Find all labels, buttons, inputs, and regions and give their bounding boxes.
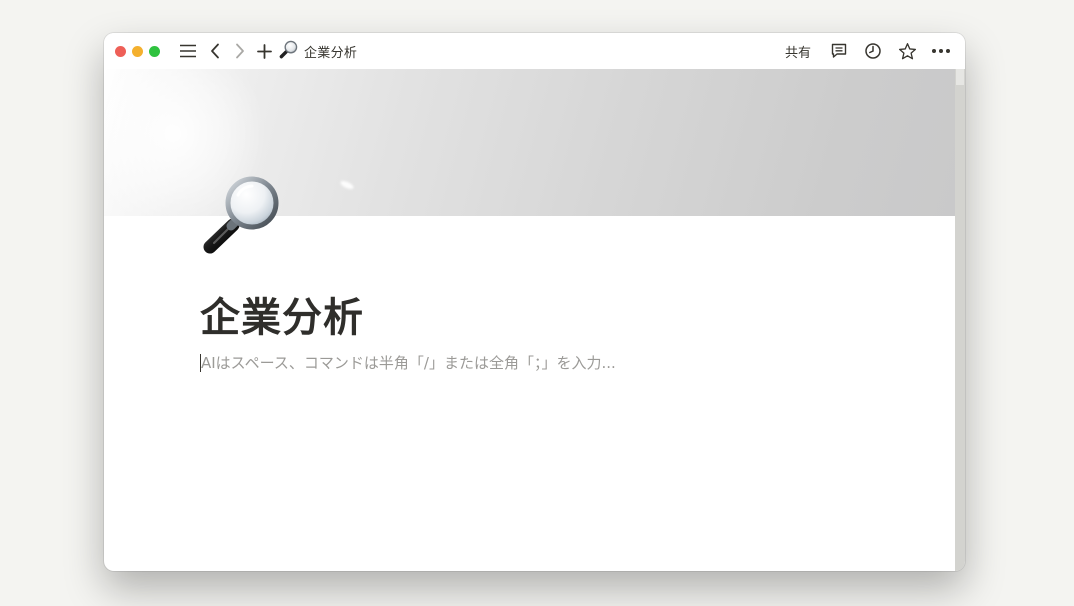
close-window-button[interactable] [115,45,126,57]
page-icon-magnifying-glass-icon[interactable] [200,173,282,255]
magnifier-emoji-icon [279,40,298,63]
share-button[interactable]: 共有 [785,42,811,61]
traffic-lights [115,45,160,57]
back-arrow-icon[interactable] [208,39,222,63]
clock-icon[interactable] [863,41,883,61]
scrollbar-thumb[interactable] [956,69,964,85]
sidebar-menu-icon[interactable] [179,39,197,63]
page-title[interactable]: 企業分析 [200,285,364,343]
zoom-window-button[interactable] [149,45,160,57]
breadcrumb[interactable]: 企業分析 [279,40,357,63]
page-tools: 共有 [785,33,951,69]
minimize-window-button[interactable] [132,45,143,57]
more-icon[interactable] [931,41,951,61]
scrollbar[interactable] [955,69,965,571]
star-icon[interactable] [897,41,917,61]
app-window: 企業分析 共有 企業分析 AIはスペース、コマンドは半角「/」または全角「；」を… [104,33,965,571]
breadcrumb-title: 企業分析 [304,45,358,61]
plus-icon[interactable] [256,39,272,63]
comment-icon[interactable] [829,41,849,61]
placeholder-text: AIはスペース、コマンドは半角「/」または全角「；」を入力... [201,354,616,372]
editor-placeholder[interactable]: AIはスペース、コマンドは半角「/」または全角「；」を入力... [200,352,616,373]
forward-arrow-icon[interactable] [233,39,247,63]
title-bar: 企業分析 共有 [104,33,965,69]
